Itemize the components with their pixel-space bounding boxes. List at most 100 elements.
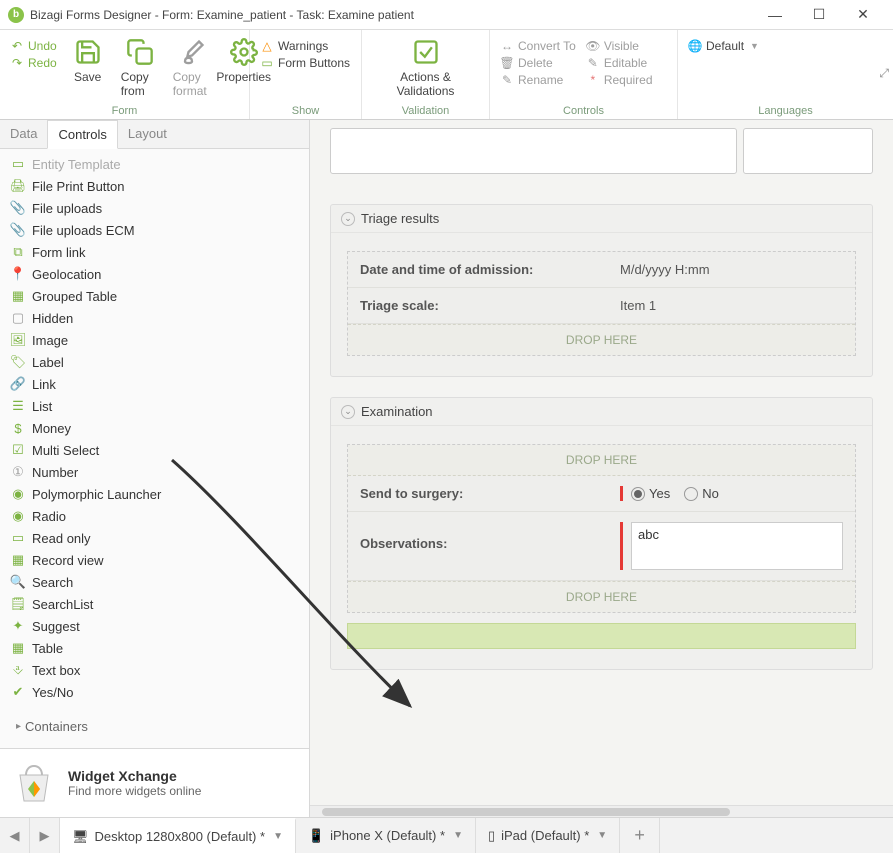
device-scroll-right[interactable]: ▶ <box>30 818 60 853</box>
form-canvas[interactable]: ⌄ Triage results Date and time of admiss… <box>310 120 893 817</box>
visible-button[interactable]: 👁Visible <box>582 38 657 54</box>
language-default-button[interactable]: 🌐Default▼ <box>684 38 763 54</box>
hidden-icon: ▢ <box>10 310 26 326</box>
searchlist-icon: 🗒 <box>10 596 26 612</box>
money-icon: $ <box>10 420 26 436</box>
drop-zone[interactable]: DROP HERE <box>348 324 855 355</box>
containers-group[interactable]: ▸Containers <box>8 715 301 738</box>
section-triage-results[interactable]: ⌄ Triage results Date and time of admiss… <box>330 204 873 377</box>
radio-no[interactable]: No <box>684 486 719 501</box>
ctrl-file-uploads[interactable]: 📎File uploads <box>8 197 301 219</box>
ctrl-grouped-table[interactable]: ▦Grouped Table <box>8 285 301 307</box>
ribbon-expand-icon[interactable]: ⤢ <box>879 66 889 81</box>
ctrl-radio[interactable]: ◉Radio <box>8 505 301 527</box>
ctrl-form-link[interactable]: ⧉Form link <box>8 241 301 263</box>
redo-icon: ↷ <box>10 56 24 70</box>
save-button[interactable]: Save <box>63 34 113 86</box>
chevron-down-icon[interactable]: ▼ <box>273 831 283 842</box>
collapse-icon[interactable]: ⌄ <box>341 212 355 226</box>
ribbon-group-languages: Languages <box>684 103 887 117</box>
ctrl-money[interactable]: $Money <box>8 417 301 439</box>
ribbon-group-show: Show <box>256 103 355 117</box>
section-examination[interactable]: ⌄ Examination DROP HERE Send to surgery:… <box>330 397 873 670</box>
widget-xchange[interactable]: Widget Xchange Find more widgets online <box>0 748 309 817</box>
ctrl-link[interactable]: 🔗Link <box>8 373 301 395</box>
collapse-icon[interactable]: ⌄ <box>341 405 355 419</box>
ctrl-file-print-button[interactable]: 🖨File Print Button <box>8 175 301 197</box>
actions-validations-button[interactable]: Actions & Validations <box>368 34 483 100</box>
list-icon: ☰ <box>10 398 26 414</box>
ctrl-hidden[interactable]: ▢Hidden <box>8 307 301 329</box>
minimize-button[interactable]: — <box>753 0 797 30</box>
app-logo-icon: b <box>8 7 24 23</box>
trash-icon: 🗑 <box>500 56 514 70</box>
observations-textarea[interactable]: abc <box>631 522 843 570</box>
device-tab-add[interactable]: + <box>620 818 660 853</box>
device-tab-iphone[interactable]: 📱 iPhone X (Default) * ▼ <box>296 818 476 853</box>
brush-icon <box>176 36 208 68</box>
warning-icon: △ <box>260 39 274 53</box>
ctrl-suggest[interactable]: ✦Suggest <box>8 615 301 637</box>
field-admission-date[interactable]: Date and time of admission: M/d/yyyy H:m… <box>348 252 855 288</box>
link-icon: 🔗 <box>10 376 26 392</box>
chevron-down-icon[interactable]: ▼ <box>453 830 463 841</box>
ctrl-image[interactable]: 🖼Image <box>8 329 301 351</box>
field-send-to-surgery[interactable]: Send to surgery: Yes No <box>348 476 855 512</box>
field-observations[interactable]: Observations: abc <box>348 512 855 581</box>
controls-list[interactable]: ▭Entity Template 🖨File Print Button 📎Fil… <box>0 149 309 748</box>
radio-yes[interactable]: Yes <box>631 486 670 501</box>
drop-target-highlight[interactable] <box>347 623 856 649</box>
tab-controls[interactable]: Controls <box>47 120 117 149</box>
copy-format-button[interactable]: Copy format <box>167 34 217 100</box>
required-button[interactable]: *Required <box>582 72 657 88</box>
chevron-down-icon[interactable]: ▼ <box>597 830 607 841</box>
horizontal-scrollbar[interactable] <box>310 805 893 817</box>
radio-dot-icon <box>684 487 698 501</box>
tab-data[interactable]: Data <box>0 120 47 148</box>
ctrl-file-uploads-ecm[interactable]: 📎File uploads ECM <box>8 219 301 241</box>
ctrl-search[interactable]: 🔍Search <box>8 571 301 593</box>
ctrl-yes-no[interactable]: ✔Yes/No <box>8 681 301 703</box>
ctrl-table[interactable]: ▦Table <box>8 637 301 659</box>
undo-button[interactable]: ↶Undo <box>6 38 61 54</box>
ctrl-read-only[interactable]: ▭Read only <box>8 527 301 549</box>
rename-button[interactable]: ✎Rename <box>496 72 580 88</box>
ctrl-record-view[interactable]: ▦Record view <box>8 549 301 571</box>
ribbon-group-form: Form <box>6 103 243 117</box>
ribbon: ↶Undo ↷Redo Save Copy from Copy format P… <box>0 30 893 120</box>
phone-icon: 📱 <box>308 828 324 844</box>
drop-zone[interactable]: DROP HERE <box>348 445 855 476</box>
drop-zone[interactable]: DROP HERE <box>348 581 855 612</box>
location-icon: 📍 <box>10 266 26 282</box>
ctrl-entity-template[interactable]: ▭Entity Template <box>8 153 301 175</box>
ctrl-label[interactable]: 🏷Label <box>8 351 301 373</box>
asterisk-icon: * <box>586 73 600 87</box>
editable-button[interactable]: ✎Editable <box>582 55 657 71</box>
check-icon <box>410 36 442 68</box>
field-triage-scale[interactable]: Triage scale: Item 1 <box>348 288 855 324</box>
maximize-button[interactable]: ☐ <box>797 0 841 30</box>
close-button[interactable]: ✕ <box>841 0 885 30</box>
warnings-button[interactable]: △Warnings <box>256 38 354 54</box>
ctrl-text-box[interactable]: ⎀Text box <box>8 659 301 681</box>
ctrl-number[interactable]: ①Number <box>8 461 301 483</box>
ctrl-geolocation[interactable]: 📍Geolocation <box>8 263 301 285</box>
suggest-icon: ✦ <box>10 618 26 634</box>
ctrl-multi-select[interactable]: ☑Multi Select <box>8 439 301 461</box>
ctrl-polymorphic-launcher[interactable]: ◉Polymorphic Launcher <box>8 483 301 505</box>
device-tab-desktop[interactable]: 🖥 Desktop 1280x800 (Default) * ▼ <box>60 818 296 853</box>
save-icon <box>72 36 104 68</box>
form-buttons-button[interactable]: ▭Form Buttons <box>256 55 354 71</box>
chevron-down-icon: ▼ <box>750 41 759 51</box>
redo-button[interactable]: ↷Redo <box>6 55 61 71</box>
convert-to-button[interactable]: ↔Convert To <box>496 38 580 54</box>
desktop-icon: 🖥 <box>72 829 89 845</box>
tab-layout[interactable]: Layout <box>118 120 177 148</box>
copy-from-button[interactable]: Copy from <box>115 34 165 100</box>
grouped-table-icon: ▦ <box>10 288 26 304</box>
ctrl-list[interactable]: ☰List <box>8 395 301 417</box>
device-scroll-left[interactable]: ◀ <box>0 818 30 853</box>
ctrl-search-list[interactable]: 🗒SearchList <box>8 593 301 615</box>
device-tab-ipad[interactable]: ▯ iPad (Default) * ▼ <box>476 818 620 853</box>
delete-button[interactable]: 🗑Delete <box>496 55 580 71</box>
